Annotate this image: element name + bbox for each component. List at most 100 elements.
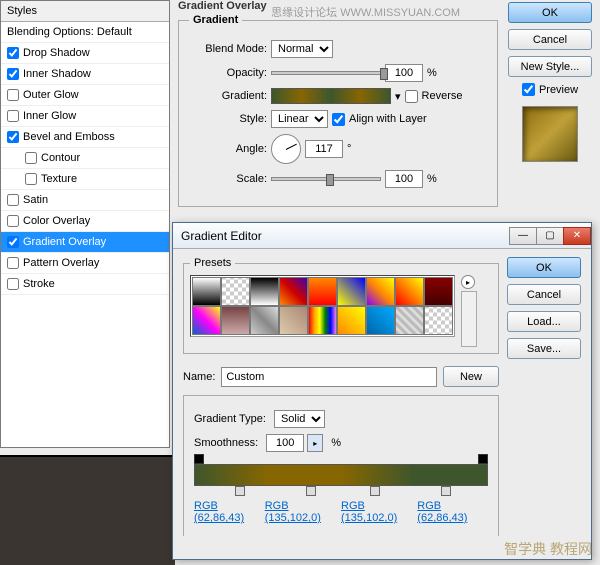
smoothness-label: Smoothness: <box>194 437 258 449</box>
style-checkbox[interactable] <box>7 89 19 101</box>
opacity-input[interactable] <box>385 64 423 82</box>
opacity-slider[interactable] <box>271 71 381 75</box>
style-checkbox[interactable] <box>7 131 19 143</box>
align-label: Align with Layer <box>349 113 427 125</box>
style-checkbox[interactable] <box>7 110 19 122</box>
style-checkbox[interactable] <box>7 47 19 59</box>
preset-swatch-14[interactable] <box>337 306 366 335</box>
gradient-bar[interactable] <box>194 464 488 486</box>
style-item-pattern-overlay[interactable]: Pattern Overlay <box>1 253 169 274</box>
preset-swatch-0[interactable] <box>192 277 221 306</box>
gradient-type-label: Gradient Type: <box>194 413 266 425</box>
color-stop-3[interactable] <box>370 486 380 496</box>
style-select[interactable]: Linear <box>271 110 328 128</box>
angle-unit: ° <box>347 143 351 155</box>
ok-button[interactable]: OK <box>508 2 592 23</box>
style-checkbox[interactable] <box>7 68 19 80</box>
styles-header: Styles <box>1 1 169 22</box>
style-item-inner-shadow[interactable]: Inner Shadow <box>1 64 169 85</box>
style-item-outer-glow[interactable]: Outer Glow <box>1 85 169 106</box>
scale-input[interactable] <box>385 170 423 188</box>
preview-label: Preview <box>539 84 578 96</box>
style-checkbox[interactable] <box>7 194 19 206</box>
preset-swatch-3[interactable] <box>279 277 308 306</box>
color-stop-2[interactable] <box>306 486 316 496</box>
preset-swatch-6[interactable] <box>366 277 395 306</box>
preset-swatch-10[interactable] <box>221 306 250 335</box>
blend-mode-select[interactable]: Normal <box>271 40 333 58</box>
maximize-button[interactable]: ▢ <box>536 227 564 245</box>
stop-label-1[interactable]: RGB (135,102,0) <box>265 500 341 524</box>
style-checkbox[interactable] <box>7 257 19 269</box>
ged-ok-button[interactable]: OK <box>507 257 581 278</box>
style-checkbox[interactable] <box>25 152 37 164</box>
blending-options-row[interactable]: Blending Options: Default <box>1 22 169 43</box>
style-item-stroke[interactable]: Stroke <box>1 274 169 295</box>
style-item-contour[interactable]: Contour <box>1 148 169 169</box>
preset-swatch-11[interactable] <box>250 306 279 335</box>
preset-swatch-5[interactable] <box>337 277 366 306</box>
style-checkbox[interactable] <box>7 236 19 248</box>
preset-swatch-13[interactable] <box>308 306 337 335</box>
preview-toggle[interactable]: Preview <box>508 83 592 96</box>
gradient-type-select[interactable]: Solid <box>274 410 325 428</box>
style-checkbox[interactable] <box>7 215 19 227</box>
stop-label-2[interactable]: RGB (135,102,0) <box>341 500 417 524</box>
preset-swatch-7[interactable] <box>395 277 424 306</box>
preset-swatch-12[interactable] <box>279 306 308 335</box>
scale-slider[interactable] <box>271 177 381 181</box>
styles-panel: Styles Blending Options: Default Drop Sh… <box>0 0 170 448</box>
style-checkbox[interactable] <box>7 278 19 290</box>
name-input[interactable] <box>221 367 437 387</box>
ged-cancel-button[interactable]: Cancel <box>507 284 581 305</box>
preview-checkbox[interactable] <box>522 83 535 96</box>
gradient-swatch[interactable] <box>271 88 391 104</box>
scale-unit: % <box>427 173 437 185</box>
smoothness-dropdown-icon[interactable]: ▸ <box>307 434 323 452</box>
reverse-checkbox[interactable] <box>405 90 418 103</box>
preset-swatch-4[interactable] <box>308 277 337 306</box>
ged-load-button[interactable]: Load... <box>507 311 581 332</box>
preset-swatch-2[interactable] <box>250 277 279 306</box>
presets-menu-icon[interactable]: ▸ <box>461 275 475 289</box>
new-style-button[interactable]: New Style... <box>508 56 592 77</box>
opacity-stop-left[interactable] <box>194 454 204 464</box>
preset-swatch-16[interactable] <box>395 306 424 335</box>
align-checkbox[interactable] <box>332 113 345 126</box>
style-item-drop-shadow[interactable]: Drop Shadow <box>1 43 169 64</box>
preset-swatch-17[interactable] <box>424 306 453 335</box>
preset-swatch-15[interactable] <box>366 306 395 335</box>
style-item-bevel-and-emboss[interactable]: Bevel and Emboss <box>1 127 169 148</box>
preset-swatch-9[interactable] <box>192 306 221 335</box>
stop-label-3[interactable]: RGB (62,86,43) <box>417 500 488 524</box>
gradient-dropdown-icon[interactable]: ▾ <box>395 90 401 103</box>
style-item-inner-glow[interactable]: Inner Glow <box>1 106 169 127</box>
style-checkbox[interactable] <box>25 173 37 185</box>
smoothness-input[interactable] <box>266 434 304 452</box>
color-stop-1[interactable] <box>235 486 245 496</box>
color-stop-4[interactable] <box>441 486 451 496</box>
gradient-ramp[interactable] <box>194 464 488 486</box>
style-item-gradient-overlay[interactable]: Gradient Overlay <box>1 232 169 253</box>
style-label: Gradient Overlay <box>23 236 106 248</box>
minimize-button[interactable]: — <box>509 227 537 245</box>
preset-swatch-8[interactable] <box>424 277 453 306</box>
ged-save-button[interactable]: Save... <box>507 338 581 359</box>
presets-fieldset: Presets ▸ <box>183 257 499 354</box>
style-item-texture[interactable]: Texture <box>1 169 169 190</box>
smoothness-unit: % <box>331 437 341 449</box>
new-gradient-button[interactable]: New <box>443 366 499 387</box>
close-button[interactable]: ✕ <box>563 227 591 245</box>
stop-label-0[interactable]: RGB (62,86,43) <box>194 500 265 524</box>
presets-scrollbar[interactable] <box>461 291 477 347</box>
opacity-stop-right[interactable] <box>478 454 488 464</box>
style-item-color-overlay[interactable]: Color Overlay <box>1 211 169 232</box>
cancel-button[interactable]: Cancel <box>508 29 592 50</box>
angle-dial[interactable] <box>271 134 301 164</box>
watermark-1: 思缘设计论坛 WWW.MISSYUAN.COM <box>271 4 460 20</box>
preset-swatch-1[interactable] <box>221 277 250 306</box>
watermark-2: 智学典 教程网 <box>504 539 592 559</box>
style-item-satin[interactable]: Satin <box>1 190 169 211</box>
gradient-editor-titlebar[interactable]: Gradient Editor — ▢ ✕ <box>173 223 591 249</box>
angle-input[interactable] <box>305 140 343 158</box>
